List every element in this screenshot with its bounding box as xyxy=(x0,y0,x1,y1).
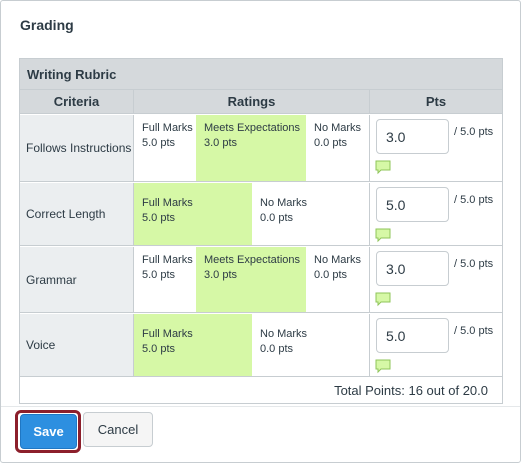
points-cell: / 5.0 pts xyxy=(370,115,502,181)
points-max: / 5.0 pts xyxy=(454,258,494,270)
points-cell: / 5.0 pts xyxy=(370,183,502,245)
rating-points: 0.0 pts xyxy=(260,343,294,355)
rating-points: 3.0 pts xyxy=(204,269,238,281)
column-header-pts: Pts xyxy=(370,90,502,114)
rating-option-selected[interactable]: Full Marks 5.0 pts xyxy=(134,183,252,245)
ratings-cell: Full Marks 5.0 pts Meets Expectations 3.… xyxy=(134,247,370,312)
rating-option[interactable]: No Marks 0.0 pts xyxy=(252,314,370,376)
rating-name: No Marks xyxy=(260,328,308,340)
comment-icon[interactable] xyxy=(375,228,391,243)
footer-divider xyxy=(1,406,520,407)
comment-icon[interactable] xyxy=(375,160,391,175)
points-input[interactable] xyxy=(376,318,449,353)
points-input[interactable] xyxy=(376,187,449,222)
rating-name: Full Marks xyxy=(142,328,193,340)
save-button[interactable]: Save xyxy=(20,414,77,449)
rating-name: No Marks xyxy=(260,197,308,209)
rating-option-selected[interactable]: Full Marks 5.0 pts xyxy=(134,314,252,376)
rating-points: 0.0 pts xyxy=(314,269,348,281)
rating-option[interactable]: Full Marks 5.0 pts xyxy=(134,247,196,312)
rating-points: 5.0 pts xyxy=(142,269,176,281)
cancel-button[interactable]: Cancel xyxy=(83,412,153,447)
rating-points: 3.0 pts xyxy=(204,137,238,149)
comment-icon[interactable] xyxy=(375,359,391,374)
rating-option[interactable]: No Marks 0.0 pts xyxy=(306,247,370,312)
column-header-criteria: Criteria xyxy=(20,90,134,114)
rating-name: No Marks xyxy=(314,122,362,134)
criterion-label: Follows Instructions xyxy=(20,115,134,181)
total-points: Total Points: 16 out of 20.0 xyxy=(334,383,488,398)
rating-option-selected[interactable]: Meets Expectations 3.0 pts xyxy=(196,247,306,312)
comment-icon[interactable] xyxy=(375,292,391,307)
panel-title: Grading xyxy=(20,17,74,33)
criterion-row-voice: Voice Full Marks 5.0 pts No Marks 0.0 pt… xyxy=(20,314,502,377)
points-max: / 5.0 pts xyxy=(454,325,494,337)
criterion-label: Correct Length xyxy=(20,183,134,245)
rating-points: 5.0 pts xyxy=(142,212,176,224)
rating-name: Full Marks xyxy=(142,197,193,209)
rating-name: Meets Expectations xyxy=(204,254,300,266)
points-input[interactable] xyxy=(376,119,449,154)
rating-name: No Marks xyxy=(314,254,362,266)
ratings-cell: Full Marks 5.0 pts No Marks 0.0 pts xyxy=(134,314,370,376)
criterion-row-grammar: Grammar Full Marks 5.0 pts Meets Expecta… xyxy=(20,247,502,313)
rating-option[interactable]: No Marks 0.0 pts xyxy=(306,115,370,181)
rating-points: 0.0 pts xyxy=(314,137,348,149)
criterion-row-correct-length: Correct Length Full Marks 5.0 pts No Mar… xyxy=(20,183,502,246)
points-cell: / 5.0 pts xyxy=(370,314,502,376)
rating-points: 5.0 pts xyxy=(142,137,176,149)
rating-name: Meets Expectations xyxy=(204,122,300,134)
ratings-cell: Full Marks 5.0 pts No Marks 0.0 pts xyxy=(134,183,370,245)
rating-option[interactable]: No Marks 0.0 pts xyxy=(252,183,370,245)
criterion-label: Grammar xyxy=(20,247,134,312)
rating-name: Full Marks xyxy=(142,122,193,134)
points-max: / 5.0 pts xyxy=(454,194,494,206)
rating-points: 0.0 pts xyxy=(260,212,294,224)
rubric-title: Writing Rubric xyxy=(20,59,502,90)
grading-panel: Grading Writing Rubric Criteria Ratings … xyxy=(0,0,521,463)
rating-option[interactable]: Full Marks 5.0 pts xyxy=(134,115,196,181)
criterion-row-follows-instructions: Follows Instructions Full Marks 5.0 pts … xyxy=(20,115,502,182)
rating-name: Full Marks xyxy=(142,254,193,266)
column-header-ratings: Ratings xyxy=(134,90,370,114)
rating-option-selected[interactable]: Meets Expectations 3.0 pts xyxy=(196,115,306,181)
criterion-label: Voice xyxy=(20,314,134,376)
points-max: / 5.0 pts xyxy=(454,126,494,138)
rubric-table: Writing Rubric Criteria Ratings Pts Foll… xyxy=(19,58,503,404)
ratings-cell: Full Marks 5.0 pts Meets Expectations 3.… xyxy=(134,115,370,181)
points-cell: / 5.0 pts xyxy=(370,247,502,312)
rating-points: 5.0 pts xyxy=(142,343,176,355)
points-input[interactable] xyxy=(376,251,449,286)
